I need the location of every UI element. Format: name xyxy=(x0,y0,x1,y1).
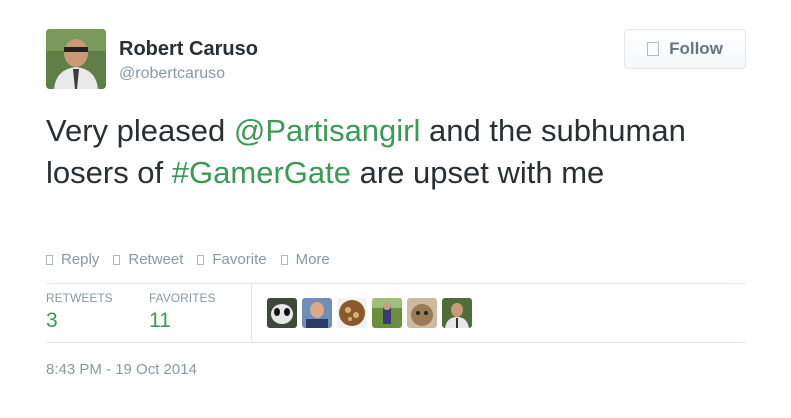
reply-label: Reply xyxy=(61,251,100,268)
follow-label: Follow xyxy=(669,39,723,58)
more-button[interactable]: More xyxy=(280,250,330,270)
reply-button[interactable]: Reply xyxy=(46,250,99,270)
tweet-timestamp[interactable]: 8:43 PM - 19 Oct 2014 xyxy=(46,360,197,380)
favoriter-avatar[interactable] xyxy=(372,298,402,328)
more-icon xyxy=(280,255,288,265)
favorite-button[interactable]: Favorite xyxy=(197,250,267,270)
favorite-icon xyxy=(197,255,205,265)
tweet-text: Very pleased @Partisangirl and the subhu… xyxy=(46,110,756,194)
reply-icon xyxy=(46,255,53,265)
more-label: More xyxy=(295,251,330,268)
retweet-label: Retweet xyxy=(128,251,184,268)
retweet-icon xyxy=(113,255,121,265)
follow-user-icon xyxy=(647,42,660,56)
retweets-stat[interactable]: RETWEETS 3 xyxy=(46,290,113,334)
favorites-stat[interactable]: FAVORITES 11 xyxy=(149,290,215,334)
favoriter-avatar[interactable] xyxy=(442,298,472,328)
stats-divider xyxy=(251,284,252,342)
favoriter-avatar[interactable] xyxy=(407,298,437,328)
retweets-label: RETWEETS xyxy=(46,291,113,305)
mention-link[interactable]: @Partisangirl xyxy=(234,113,421,148)
author-name[interactable]: Robert Caruso xyxy=(119,37,258,61)
hashtag-link[interactable]: #GamerGate xyxy=(172,155,351,190)
author-avatar[interactable] xyxy=(46,29,106,89)
favorites-count: 11 xyxy=(149,309,171,332)
favoriter-avatar[interactable] xyxy=(337,298,367,328)
stats-bottom-divider xyxy=(46,342,746,343)
tweet-text-part: are upset with me xyxy=(350,155,605,190)
author-handle[interactable]: @robertcaruso xyxy=(119,64,225,84)
follow-button[interactable]: Follow xyxy=(624,29,746,69)
retweet-button[interactable]: Retweet xyxy=(113,250,183,270)
favoriter-avatar[interactable] xyxy=(267,298,297,328)
tweet-stats: RETWEETS 3 FAVORITES 11 xyxy=(46,284,746,342)
favorites-label: FAVORITES xyxy=(149,291,216,305)
tweet-actions: Reply Retweet Favorite More xyxy=(46,250,330,270)
favoriter-avatar[interactable] xyxy=(302,298,332,328)
favorite-label: Favorite xyxy=(212,251,267,268)
tweet-text-part: Very pleased xyxy=(46,113,234,148)
retweets-count: 3 xyxy=(46,309,58,332)
favoriter-avatars xyxy=(267,298,472,328)
